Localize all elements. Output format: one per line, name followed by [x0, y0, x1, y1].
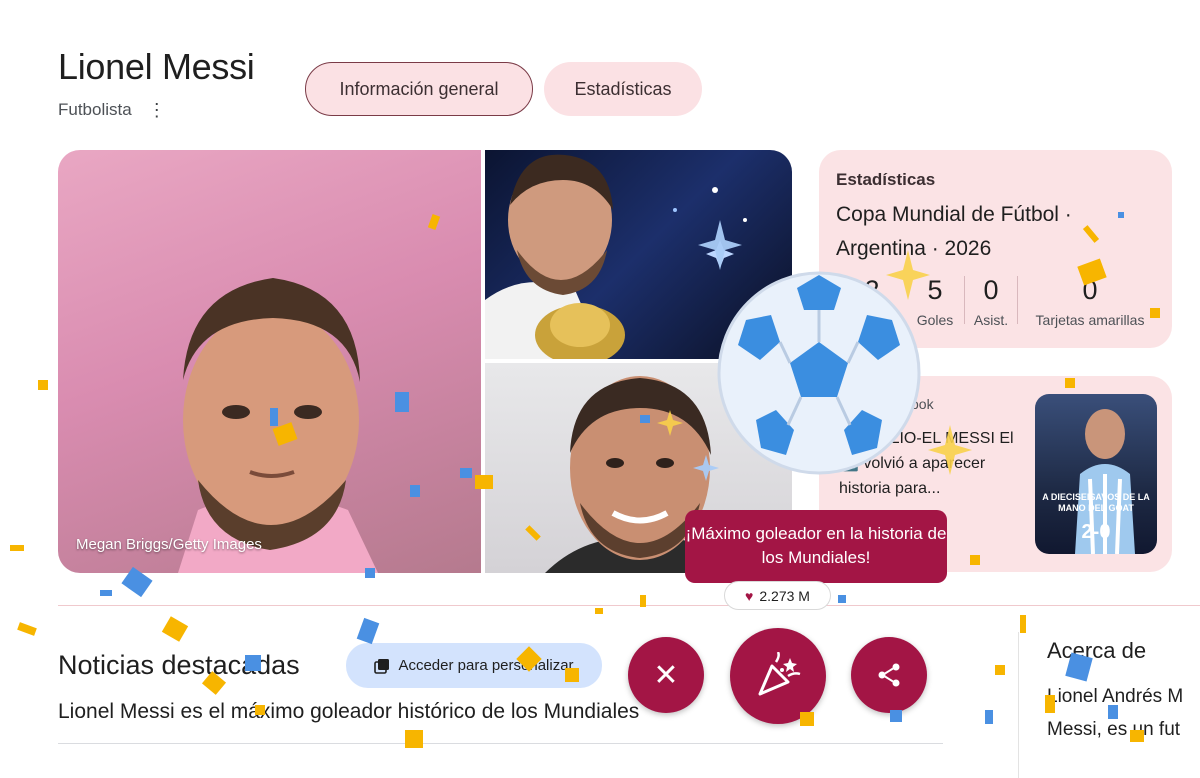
news-section-title: Noticias destacadas — [58, 650, 300, 680]
stats-card-label: Estadísticas — [836, 170, 936, 189]
heart-icon: ♥ — [745, 587, 754, 604]
stat-assists: 0 Asist. — [969, 274, 1013, 328]
subtitle-text: Futbolista — [58, 100, 132, 119]
photo-credit: Megan Briggs/Getty Images — [76, 536, 262, 553]
section-divider — [58, 605, 1200, 606]
portrait-illustration — [178, 278, 378, 573]
party-popper-icon — [758, 652, 801, 696]
about-divider — [1018, 632, 1019, 778]
stat-divider — [964, 276, 965, 324]
about-title: Acerca de — [1047, 638, 1147, 663]
about-text-line: Lionel Andrés M — [1047, 686, 1184, 707]
entity-subtitle: Futbolista ⋮ — [58, 100, 166, 120]
tab-informacion-general[interactable]: Información general — [305, 62, 533, 116]
share-icon — [878, 663, 900, 687]
soccer-ball-sticker — [717, 271, 921, 475]
more-vert-icon[interactable]: ⋮ — [148, 101, 166, 119]
stat-yellow-cards: 0 Tarjetas amarillas — [1023, 274, 1157, 328]
stats-card-competition: Copa Mundial de Fútbol · Argentina · 202… — [836, 203, 1072, 260]
stat-label: Asist. — [973, 312, 1009, 328]
personalize-button[interactable]: Acceder para personalizar — [346, 643, 602, 688]
thumbnail-caption: A DIECISEISAVOS DE LA MANO DEL GOAT — [1042, 492, 1150, 513]
celebration-message: ¡Máximo goleador en la historia de los M… — [685, 510, 947, 583]
likes-counter: ♥ 2.273 M — [724, 581, 831, 610]
page-title: Lionel Messi — [58, 46, 255, 87]
news-thumbnail: A DIECISEISAVOS DE LA MANO DEL GOAT 2-0 — [1035, 394, 1157, 554]
news-headline[interactable]: Lionel Messi es el máximo goleador histó… — [58, 700, 639, 724]
share-button[interactable] — [851, 637, 927, 713]
tab-estadisticas[interactable]: Estadísticas — [544, 62, 702, 116]
image-gallery: Megan Briggs/Getty Images — [58, 150, 792, 573]
likes-count: 2.273 M — [759, 587, 810, 604]
main-photo[interactable]: Megan Briggs/Getty Images — [58, 150, 481, 573]
stat-value: 0 — [1082, 275, 1098, 305]
personalize-label: Acceder para personalizar — [398, 657, 574, 674]
stat-label: Tarjetas amarillas — [1035, 312, 1145, 328]
thumbnail-score: 2-0 — [1081, 521, 1111, 543]
about-text: Lionel Andrés M Messi, es un fut — [1047, 680, 1200, 746]
celebrate-button[interactable] — [730, 628, 826, 724]
collections-icon — [374, 658, 390, 674]
stat-value: 0 — [983, 275, 999, 305]
about-text-line: Messi, es un fut — [1047, 719, 1181, 740]
stat-divider — [1017, 276, 1018, 324]
close-icon: ✕ — [653, 658, 679, 692]
close-button[interactable]: ✕ — [628, 637, 704, 713]
headline-divider — [58, 743, 943, 744]
